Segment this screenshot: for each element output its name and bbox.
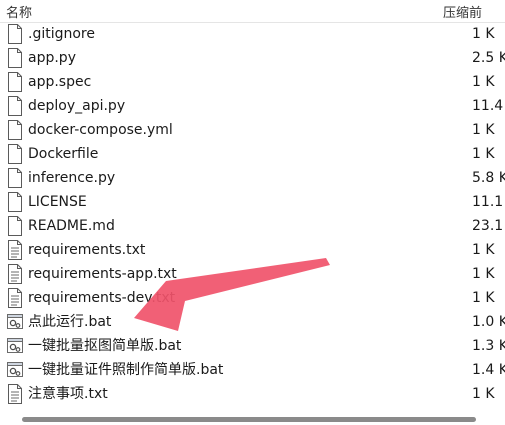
file-size: 11.4 K bbox=[472, 98, 505, 114]
file-size: 5.8 K bbox=[472, 170, 505, 186]
file-row[interactable]: 一键批量证件照制作简单版.bat 1.4 K bbox=[0, 358, 505, 382]
batch-file-icon bbox=[7, 360, 23, 380]
blank-file-icon bbox=[7, 216, 23, 236]
file-name: LICENSE bbox=[28, 194, 87, 210]
file-size: 1 K bbox=[472, 26, 495, 42]
blank-file-icon bbox=[7, 96, 23, 116]
file-size: 1 K bbox=[472, 122, 495, 138]
file-size: 23.1 K bbox=[472, 218, 505, 234]
file-row[interactable]: requirements-dev.txt 1 K bbox=[0, 286, 505, 310]
file-size: 11.1 K bbox=[472, 194, 505, 210]
file-row[interactable]: app.py 2.5 K bbox=[0, 46, 505, 70]
text-file-icon bbox=[7, 264, 23, 284]
file-row[interactable]: app.spec 1 K bbox=[0, 70, 505, 94]
file-size: 1.4 K bbox=[472, 362, 505, 378]
file-size: 1 K bbox=[472, 290, 495, 306]
file-size: 1 K bbox=[472, 266, 495, 282]
file-row[interactable]: 点此运行.bat 1.0 K bbox=[0, 310, 505, 334]
file-row[interactable]: deploy_api.py 11.4 K bbox=[0, 94, 505, 118]
file-size: 1.3 K bbox=[472, 338, 505, 354]
file-row[interactable]: 一键批量抠图简单版.bat 1.3 K bbox=[0, 334, 505, 358]
batch-file-icon bbox=[7, 336, 23, 356]
file-row[interactable]: 注意事项.txt 1 K bbox=[0, 382, 505, 406]
file-name: 一键批量抠图简单版.bat bbox=[28, 338, 182, 354]
file-row[interactable]: requirements.txt 1 K bbox=[0, 238, 505, 262]
file-row[interactable]: Dockerfile 1 K bbox=[0, 142, 505, 166]
file-size: 2.5 K bbox=[472, 50, 505, 66]
file-size: 1 K bbox=[472, 146, 495, 162]
file-name: inference.py bbox=[28, 170, 116, 186]
file-name: app.py bbox=[28, 50, 76, 66]
file-name: requirements-app.txt bbox=[28, 266, 177, 282]
file-list: .gitignore 1 K app.py 2.5 K app.spec 1 K deplo… bbox=[0, 22, 505, 406]
file-row[interactable]: .gitignore 1 K bbox=[0, 22, 505, 46]
blank-file-icon bbox=[7, 120, 23, 140]
blank-file-icon bbox=[7, 72, 23, 92]
file-size: 1 K bbox=[472, 242, 495, 258]
text-file-icon bbox=[7, 288, 23, 308]
blank-file-icon bbox=[7, 168, 23, 188]
column-header-name[interactable]: 名称 bbox=[6, 2, 32, 21]
file-row[interactable]: inference.py 5.8 K bbox=[0, 166, 505, 190]
file-row[interactable]: requirements-app.txt 1 K bbox=[0, 262, 505, 286]
blank-file-icon bbox=[7, 192, 23, 212]
file-name: requirements-dev.txt bbox=[28, 290, 176, 306]
file-row[interactable]: docker-compose.yml 1 K bbox=[0, 118, 505, 142]
file-name: requirements.txt bbox=[28, 242, 146, 258]
file-size: 1 K bbox=[472, 74, 495, 90]
file-size: 1.0 K bbox=[472, 314, 505, 330]
blank-file-icon bbox=[7, 24, 23, 44]
batch-file-icon bbox=[7, 312, 23, 332]
file-name: app.spec bbox=[28, 74, 92, 90]
blank-file-icon bbox=[7, 48, 23, 68]
file-name: deploy_api.py bbox=[28, 98, 126, 114]
file-name: 一键批量证件照制作简单版.bat bbox=[28, 362, 224, 378]
text-file-icon bbox=[7, 384, 23, 404]
file-name: .gitignore bbox=[28, 26, 95, 42]
text-file-icon bbox=[7, 240, 23, 260]
file-name: Dockerfile bbox=[28, 146, 99, 162]
file-name: 注意事项.txt bbox=[28, 386, 108, 402]
file-size: 1 K bbox=[472, 386, 495, 402]
column-header-size[interactable]: 压缩前 bbox=[443, 2, 482, 21]
file-name: README.md bbox=[28, 218, 115, 234]
column-header: 名称 压缩前 bbox=[0, 0, 505, 23]
file-row[interactable]: LICENSE 11.1 K bbox=[0, 190, 505, 214]
file-name: docker-compose.yml bbox=[28, 122, 173, 138]
blank-file-icon bbox=[7, 144, 23, 164]
file-row[interactable]: README.md 23.1 K bbox=[0, 214, 505, 238]
scrollbar-thumb[interactable] bbox=[22, 417, 476, 422]
horizontal-scrollbar[interactable] bbox=[0, 413, 505, 425]
file-name: 点此运行.bat bbox=[28, 314, 112, 330]
